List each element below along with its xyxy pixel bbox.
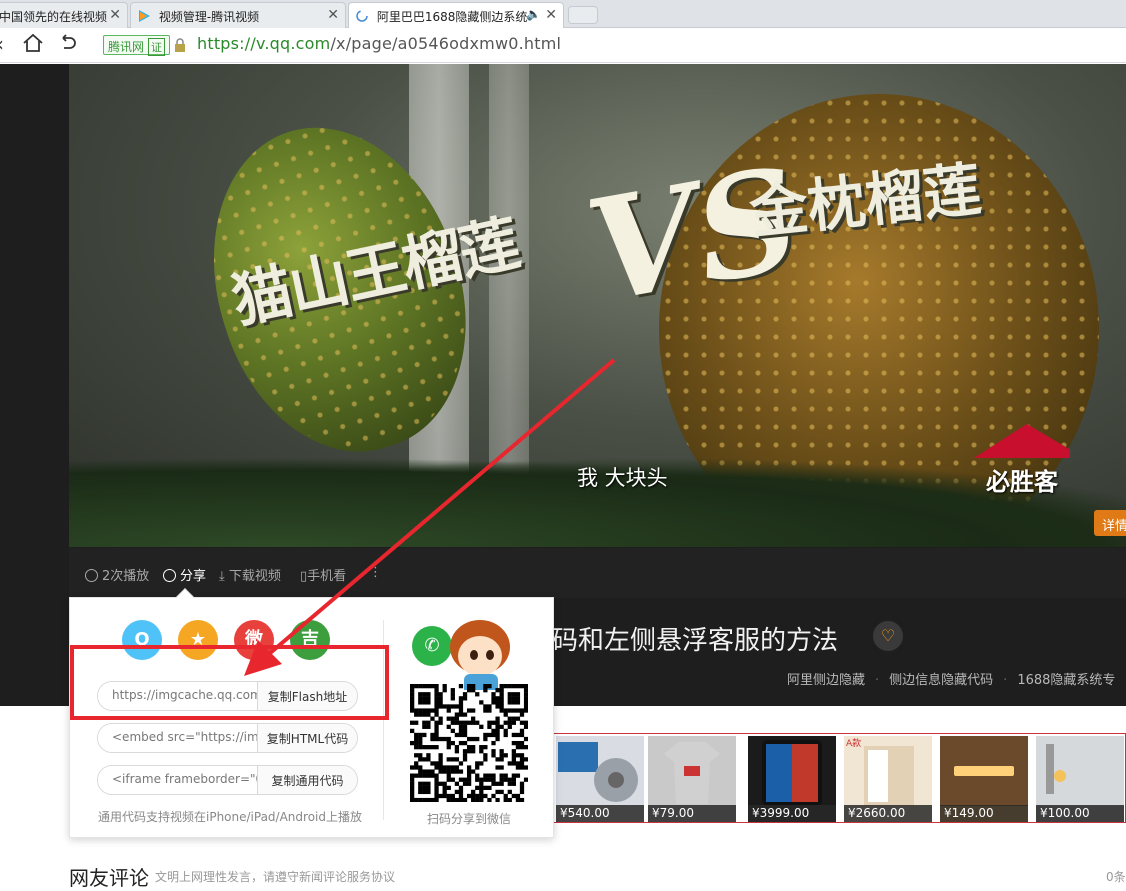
- annotation-arrow: [244, 358, 616, 676]
